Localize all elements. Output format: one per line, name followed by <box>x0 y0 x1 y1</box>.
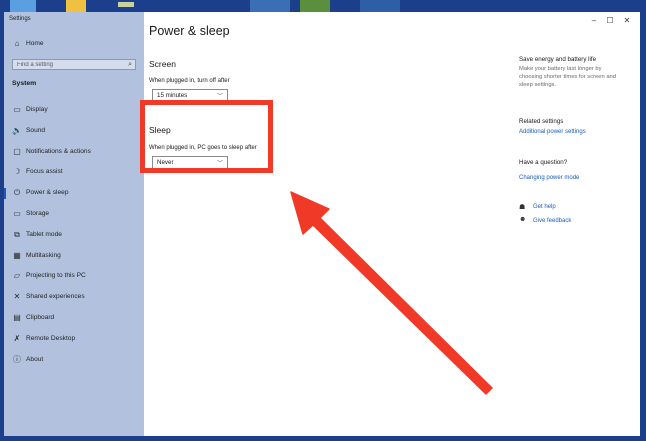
screen-heading: Screen <box>149 59 176 69</box>
display-icon: ▭ <box>13 105 21 114</box>
multitasking-icon: ▦ <box>13 250 21 260</box>
feedback-icon: ☻ <box>519 216 527 223</box>
search-box: ⌕ <box>12 59 136 70</box>
shared-icon: ✕ <box>13 292 21 302</box>
help-icon: ☗ <box>519 204 526 211</box>
sidebar-item-multitasking[interactable]: ▦ Multitasking <box>4 250 144 264</box>
chevron-down-icon: ﹀ <box>216 94 223 100</box>
have-a-question-title: Have a question? <box>519 159 568 166</box>
storage-icon: ▭ <box>13 209 21 218</box>
related-settings-title: Related settings <box>519 118 564 125</box>
sidebar-item-shared-experiences[interactable]: ✕ Shared experiences <box>4 291 144 305</box>
save-energy-title: Save energy and battery life <box>519 56 597 63</box>
get-help-link[interactable]: Get help <box>533 204 556 210</box>
search-icon[interactable]: ⌕ <box>128 60 132 69</box>
sidebar-item-label: Home <box>26 40 44 47</box>
page-title: Power & sleep <box>149 24 230 38</box>
clipboard-icon: ▤ <box>13 313 21 322</box>
sidebar-item-label: Multitasking <box>26 251 61 259</box>
tablet-icon: ⧉ <box>14 229 20 239</box>
sound-icon: 🔈 <box>12 125 22 135</box>
additional-power-settings-link[interactable]: Additional power settings <box>519 129 586 135</box>
sidebar-item-projecting-to-this-pc[interactable]: ▱ Projecting to this PC <box>4 270 144 284</box>
sidebar-item-label: About <box>26 355 44 363</box>
desktop-background-top <box>0 0 646 12</box>
remote-desktop-icon: ✗ <box>13 333 21 343</box>
sidebar-item-label: Tablet mode <box>26 230 62 238</box>
sidebar-item-label: Storage <box>26 210 50 217</box>
give-feedback-link[interactable]: Give feedback <box>533 218 571 224</box>
sidebar-item-about[interactable]: ⓘ About <box>4 354 144 368</box>
search-input[interactable] <box>13 60 125 69</box>
save-energy-text: Make your battery last longer by choosin… <box>519 66 616 89</box>
sidebar-item-label: Power & sleep <box>26 189 69 197</box>
power-icon: ⏻ <box>13 188 21 198</box>
desktop-background-bottom <box>0 436 646 441</box>
close-button[interactable]: ✕ <box>620 16 634 26</box>
sidebar-item-clipboard[interactable]: ▤ Clipboard <box>4 312 144 326</box>
info-icon: ⓘ <box>13 354 21 364</box>
sidebar-item-display[interactable]: ▭ Display <box>4 104 144 118</box>
notifications-icon: ▢ <box>13 146 21 156</box>
sidebar-item-label: Notifications & actions <box>26 147 91 155</box>
screen-timeout-label: When plugged in, turn off after <box>149 78 230 84</box>
sidebar-item-tablet-mode[interactable]: ⧉ Tablet mode <box>4 229 144 243</box>
sidebar-item-home[interactable]: ⌂ Home <box>4 38 144 52</box>
annotation-highlight-box <box>140 100 273 173</box>
app-title: Settings <box>9 16 31 22</box>
sidebar-item-sound[interactable]: 🔈 Sound <box>4 125 144 139</box>
sidebar-item-power-sleep[interactable]: ⏻ Power & sleep <box>4 187 144 201</box>
sidebar-item-label: Sound <box>26 126 46 134</box>
sidebar-item-focus-assist[interactable]: ☽ Focus assist <box>4 166 144 180</box>
sidebar: Settings ⌂ Home ⌕ System ▭ Display 🔈 Sound ▢… <box>4 12 144 436</box>
sidebar-item-remote-desktop[interactable]: ✗ Remote Desktop <box>4 333 144 347</box>
sidebar-item-label: Focus assist <box>26 168 63 176</box>
moon-icon: ☽ <box>13 167 21 177</box>
changing-power-mode-link[interactable]: Changing power mode <box>519 175 579 181</box>
section-heading-system: System <box>12 80 37 87</box>
desktop-background-right <box>640 12 646 441</box>
maximize-button[interactable]: ☐ <box>603 16 617 26</box>
sidebar-item-label: Display <box>26 106 48 113</box>
dropdown-value: 15 minutes <box>157 92 188 99</box>
sidebar-item-storage[interactable]: ▭ Storage <box>4 208 144 222</box>
sidebar-item-notifications-actions[interactable]: ▢ Notifications & actions <box>4 146 144 160</box>
sidebar-item-label: Shared experiences <box>26 293 85 301</box>
home-icon: ⌂ <box>14 39 20 48</box>
sidebar-item-label: Projecting to this PC <box>26 272 86 280</box>
projecting-icon: ▱ <box>13 271 21 281</box>
sidebar-item-label: Clipboard <box>26 314 55 321</box>
sidebar-item-label: Remote Desktop <box>26 334 76 342</box>
minimize-button[interactable]: – <box>587 16 601 26</box>
